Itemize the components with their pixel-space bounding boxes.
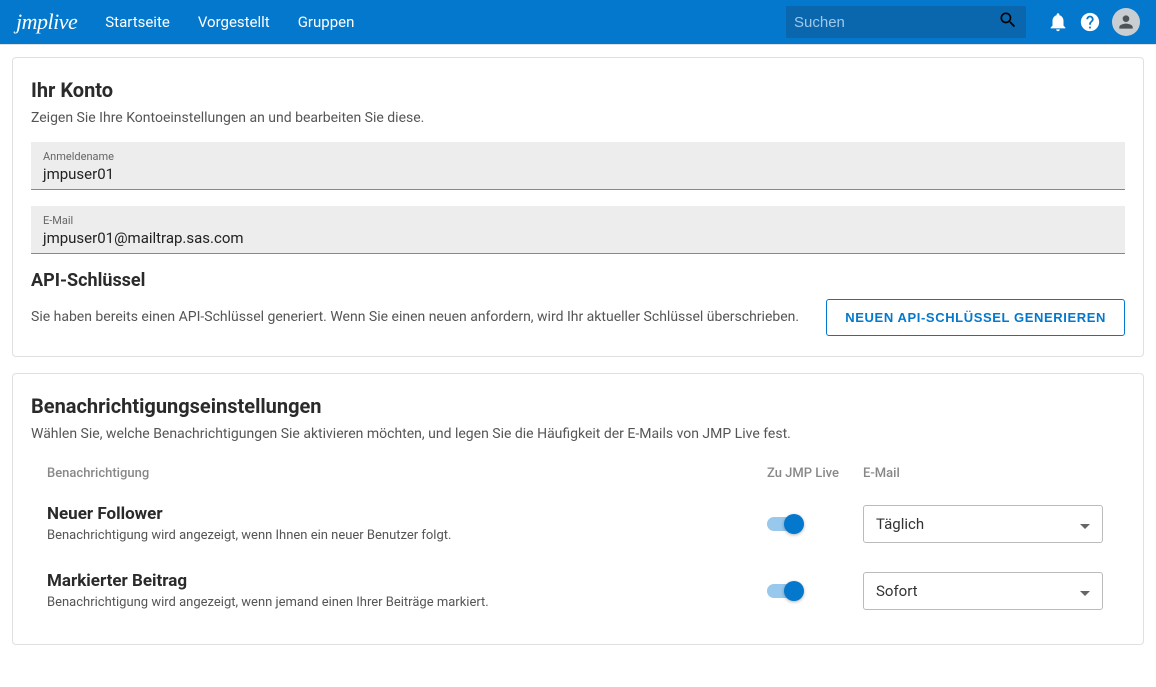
login-label: Anmeldename [43,150,1113,163]
notifications-subtitle: Wählen Sie, welche Benachrichtigungen Si… [31,426,1125,442]
notifications-header: Benachrichtigung Zu JMP Live E-Mail [31,458,1125,490]
content: Ihr Konto Zeigen Sie Ihre Kontoeinstellu… [0,45,1156,673]
notification-row: Markierter Beitrag Benachrichtigung wird… [31,557,1125,624]
email-frequency-select[interactable]: Täglich [863,505,1103,543]
email-frequency-select[interactable]: Sofort [863,572,1103,610]
email-field[interactable]: E-Mail jmpuser01@mailtrap.sas.com [31,206,1125,254]
notifications-icon[interactable] [1042,6,1074,38]
login-value: jmpuser01 [43,165,1113,183]
chevron-down-icon [1080,582,1090,600]
notification-title: Neuer Follower [47,504,767,524]
api-text: Sie haben bereits einen API-Schlüssel ge… [31,307,806,328]
nav-groups[interactable]: Gruppen [298,13,355,31]
toggle-new-follower[interactable] [767,517,801,531]
col-toggle: Zu JMP Live [767,466,863,481]
notifications-title: Benachrichtigungseinstellungen [31,394,1125,418]
generate-api-key-button[interactable]: NEUEN API-SCHLÜSSEL GENERIEREN [826,299,1125,336]
select-value: Sofort [876,582,918,600]
logo[interactable]: jmplive [16,9,77,35]
notifications-table: Benachrichtigung Zu JMP Live E-Mail Neue… [31,458,1125,624]
account-subtitle: Zeigen Sie Ihre Kontoeinstellungen an un… [31,110,1125,126]
email-label: E-Mail [43,214,1113,227]
notification-title: Markierter Beitrag [47,571,767,591]
topbar: jmplive Startseite Vorgestellt Gruppen [0,0,1156,44]
nav-links: Startseite Vorgestellt Gruppen [105,13,786,31]
notifications-card: Benachrichtigungseinstellungen Wählen Si… [12,373,1144,645]
account-card: Ihr Konto Zeigen Sie Ihre Kontoeinstellu… [12,57,1144,357]
chevron-down-icon [1080,515,1090,533]
notification-desc: Benachrichtigung wird angezeigt, wenn je… [47,595,767,610]
login-field[interactable]: Anmeldename jmpuser01 [31,142,1125,190]
search-box[interactable] [786,6,1026,38]
toggle-marked-post[interactable] [767,584,801,598]
search-icon[interactable] [998,10,1018,34]
help-icon[interactable] [1074,6,1106,38]
search-input[interactable] [794,14,998,31]
api-heading: API-Schlüssel [31,270,1125,291]
nav-home[interactable]: Startseite [105,13,170,31]
col-email: E-Mail [863,466,1109,481]
api-row: Sie haben bereits einen API-Schlüssel ge… [31,299,1125,336]
notification-desc: Benachrichtigung wird angezeigt, wenn Ih… [47,528,767,543]
account-title: Ihr Konto [31,78,1125,102]
select-value: Täglich [876,515,924,533]
email-value: jmpuser01@mailtrap.sas.com [43,229,1113,247]
col-name: Benachrichtigung [47,466,767,481]
avatar[interactable] [1112,8,1140,36]
notification-row: Neuer Follower Benachrichtigung wird ang… [31,490,1125,557]
nav-featured[interactable]: Vorgestellt [198,13,270,31]
